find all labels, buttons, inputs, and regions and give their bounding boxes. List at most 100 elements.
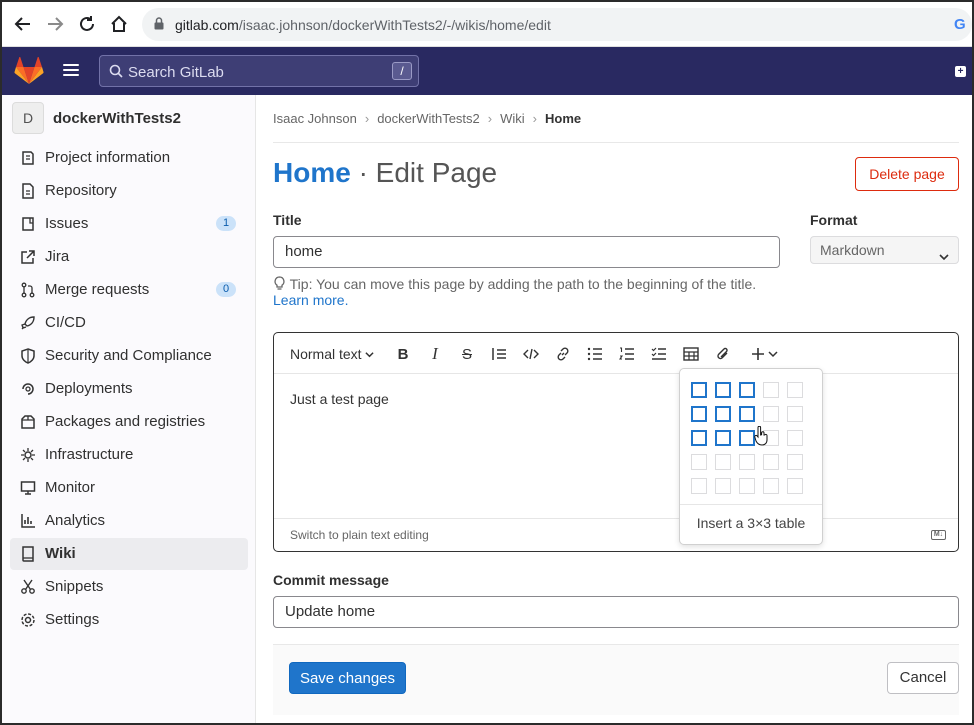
commit-message-field[interactable]: Update home bbox=[273, 596, 959, 628]
sidebar-item-infrastructure[interactable]: Infrastructure bbox=[10, 439, 248, 471]
insert-table-label: Insert a 3×3 table bbox=[696, 515, 806, 531]
sidebar-item-security[interactable]: Security and Compliance bbox=[10, 340, 248, 372]
sidebar-item-packages[interactable]: Packages and registries bbox=[10, 406, 248, 438]
top-navbar: Search GitLab / + bbox=[2, 47, 972, 95]
table-grid-cell[interactable] bbox=[739, 430, 755, 446]
table-grid-cell[interactable] bbox=[715, 382, 731, 398]
new-item-icon[interactable]: + bbox=[955, 66, 966, 77]
sidebar-item-label: Analytics bbox=[45, 512, 106, 529]
table-grid-cell[interactable] bbox=[787, 478, 803, 494]
sidebar-item-analytics[interactable]: Analytics bbox=[10, 505, 248, 537]
task-list-icon[interactable] bbox=[650, 345, 668, 363]
strikethrough-icon[interactable]: S bbox=[458, 345, 476, 363]
breadcrumb-item[interactable]: Isaac Johnson bbox=[273, 111, 357, 126]
sidebar-item-settings[interactable]: Settings bbox=[10, 604, 248, 636]
table-grid-cell[interactable] bbox=[787, 406, 803, 422]
commit-message-label: Commit message bbox=[273, 572, 389, 588]
forward-icon[interactable] bbox=[44, 13, 66, 35]
back-icon[interactable] bbox=[12, 13, 34, 35]
code-icon[interactable] bbox=[522, 345, 540, 363]
table-grid-cell[interactable] bbox=[691, 454, 707, 470]
deployments-icon bbox=[20, 381, 36, 397]
sidebar-item-project-information[interactable]: Project information bbox=[10, 142, 248, 174]
sidebar: D dockerWithTests2 Project information R… bbox=[2, 95, 256, 723]
save-changes-button[interactable]: Save changes bbox=[289, 662, 406, 694]
table-grid-cell[interactable] bbox=[763, 382, 779, 398]
table-grid-cell[interactable] bbox=[715, 454, 731, 470]
table-grid-cell[interactable] bbox=[691, 430, 707, 446]
table-grid-cell[interactable] bbox=[739, 382, 755, 398]
sidebar-item-ci-cd[interactable]: CI/CD bbox=[10, 307, 248, 339]
table-grid-cell[interactable] bbox=[739, 454, 755, 470]
project-name: dockerWithTests2 bbox=[53, 110, 181, 127]
reload-icon[interactable] bbox=[76, 13, 98, 35]
issues-count-badge: 1 bbox=[216, 216, 236, 231]
markdown-icon: M↓ bbox=[931, 530, 946, 540]
table-grid-cell[interactable] bbox=[787, 382, 803, 398]
menu-icon[interactable] bbox=[63, 64, 79, 78]
lightbulb-icon bbox=[273, 276, 286, 292]
attachment-icon[interactable] bbox=[714, 345, 732, 363]
table-grid-cell[interactable] bbox=[787, 430, 803, 446]
table-grid-cell[interactable] bbox=[691, 406, 707, 422]
sidebar-item-merge-requests[interactable]: Merge requests 0 bbox=[10, 274, 248, 306]
title-label: Title bbox=[273, 212, 302, 228]
sidebar-item-repository[interactable]: Repository bbox=[10, 175, 248, 207]
switch-to-plain-text-link[interactable]: Switch to plain text editing bbox=[290, 528, 429, 542]
text-style-dropdown[interactable]: Normal text bbox=[290, 346, 375, 362]
gitlab-logo-icon[interactable] bbox=[14, 56, 44, 90]
lock-icon bbox=[154, 17, 164, 35]
sidebar-item-issues[interactable]: Issues 1 bbox=[10, 208, 248, 240]
search-input[interactable]: Search GitLab / bbox=[99, 55, 419, 87]
sidebar-item-jira[interactable]: Jira bbox=[10, 241, 248, 273]
table-grid-cell[interactable] bbox=[763, 478, 779, 494]
delete-page-button[interactable]: Delete page bbox=[855, 157, 959, 191]
title-field[interactable]: home bbox=[273, 236, 780, 268]
numbered-list-icon[interactable] bbox=[618, 345, 636, 363]
home-icon[interactable] bbox=[108, 13, 130, 35]
sidebar-item-wiki[interactable]: Wiki bbox=[10, 538, 248, 570]
table-grid-cell[interactable] bbox=[691, 478, 707, 494]
more-options-icon[interactable] bbox=[750, 345, 782, 363]
link-icon[interactable] bbox=[554, 345, 572, 363]
sidebar-item-monitor[interactable]: Monitor bbox=[10, 472, 248, 504]
cloud-gear-icon bbox=[20, 447, 36, 463]
chevron-down-icon bbox=[939, 244, 949, 270]
blockquote-icon[interactable] bbox=[490, 345, 508, 363]
breadcrumb-item[interactable]: Wiki bbox=[500, 111, 525, 126]
sidebar-item-label: Repository bbox=[45, 182, 117, 199]
table-grid-cell[interactable] bbox=[763, 454, 779, 470]
table-grid-cell[interactable] bbox=[715, 430, 731, 446]
rocket-icon bbox=[20, 315, 36, 331]
browser-toolbar: gitlab.com/isaac.johnson/dockerWithTests… bbox=[2, 2, 972, 47]
italic-icon[interactable]: I bbox=[426, 344, 444, 363]
editor-content[interactable]: Just a test page bbox=[290, 391, 389, 407]
book-icon bbox=[20, 546, 36, 562]
project-header[interactable]: D dockerWithTests2 bbox=[12, 102, 248, 134]
page-title-link[interactable]: Home bbox=[273, 157, 351, 188]
table-grid-cell[interactable] bbox=[739, 478, 755, 494]
breadcrumb-current[interactable]: Home bbox=[545, 111, 581, 126]
table-grid-cell[interactable] bbox=[715, 478, 731, 494]
google-icon[interactable]: G bbox=[954, 16, 970, 33]
table-grid-cell[interactable] bbox=[787, 454, 803, 470]
sidebar-item-snippets[interactable]: Snippets bbox=[10, 571, 248, 603]
sidebar-item-label: Packages and registries bbox=[45, 413, 206, 430]
table-grid-cell[interactable] bbox=[715, 406, 731, 422]
format-select[interactable]: Markdown bbox=[810, 236, 959, 264]
sidebar-item-label: Deployments bbox=[45, 380, 133, 397]
address-bar[interactable]: gitlab.com/isaac.johnson/dockerWithTests… bbox=[142, 8, 972, 41]
hand-pointer-icon bbox=[754, 425, 768, 451]
sidebar-item-deployments[interactable]: Deployments bbox=[10, 373, 248, 405]
table-icon[interactable] bbox=[682, 345, 700, 363]
cancel-button[interactable]: Cancel bbox=[887, 662, 959, 694]
breadcrumb-item[interactable]: dockerWithTests2 bbox=[377, 111, 480, 126]
bullet-list-icon[interactable] bbox=[586, 345, 604, 363]
table-grid-cell[interactable] bbox=[763, 406, 779, 422]
table-grid-cell[interactable] bbox=[739, 406, 755, 422]
table-grid-cell[interactable] bbox=[691, 382, 707, 398]
learn-more-link[interactable]: Learn more. bbox=[273, 292, 348, 308]
sidebar-item-label: Monitor bbox=[45, 479, 96, 496]
divider bbox=[680, 504, 822, 505]
bold-icon[interactable]: B bbox=[394, 345, 412, 363]
